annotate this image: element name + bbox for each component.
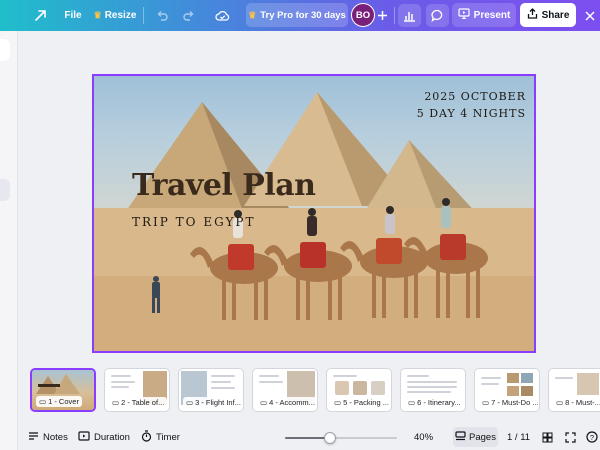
thumbnail-label: ▭ 1 - Cover [36, 396, 82, 407]
thumbnail-label: ▭ 3 - Flight Inf... [183, 397, 243, 408]
try-pro-label: Try Pro for 30 days [260, 9, 346, 21]
comment-icon: ▭ [408, 398, 416, 407]
side-panel-edge [0, 31, 18, 450]
cloud-save-icon[interactable] [211, 0, 233, 31]
slide-date-text[interactable]: 2025 OCTOBER 5 DAY 4 NIGHTS [417, 88, 526, 122]
page-thumbnail-5[interactable]: ▭ 5 - Packing ... [326, 368, 392, 412]
plus-icon[interactable] [374, 0, 390, 31]
comment-icon: ▭ [260, 398, 268, 407]
comment-icon: ▭ [556, 398, 564, 407]
page-thumbnail-3[interactable]: ▭ 3 - Flight Inf... [178, 368, 244, 412]
chart-icon[interactable] [398, 4, 421, 27]
file-menu-button[interactable]: File [62, 0, 84, 31]
slide-date-line: 5 DAY 4 NIGHTS [416, 107, 526, 120]
close-icon[interactable] [582, 0, 598, 31]
comment-icon: ▭ [39, 397, 47, 406]
grid-view-icon[interactable] [542, 429, 553, 445]
page-count: 1 / 11 [507, 431, 531, 443]
thumbnail-label: ▭ 2 - Table of... [109, 397, 168, 408]
thumbnail-label: ▭ 6 - Itinerary... [405, 397, 464, 408]
page-thumbnails: ▭ 1 - Cover ▭ 2 - Table of... ▭ 3 - Flight … [24, 368, 600, 414]
present-button[interactable]: Present [452, 3, 516, 27]
slide-subtitle[interactable]: TRIP TO EGYPT [132, 215, 255, 229]
page-thumbnail-8[interactable]: ▭ 8 - Must-... [548, 368, 600, 412]
zoom-slider[interactable] [285, 432, 397, 444]
toolbar-divider [143, 7, 144, 24]
slide-title[interactable]: Travel Plan [132, 168, 316, 203]
comment-icon[interactable] [426, 4, 449, 27]
thumbnail-label: ▭ 7 - Must-Do ... [479, 397, 539, 408]
zoom-slider-handle[interactable] [324, 432, 336, 444]
share-icon [527, 8, 538, 22]
resize-button[interactable]: ♛ Resize [93, 0, 137, 31]
share-button[interactable]: Share [520, 3, 576, 27]
notes-label: Notes [43, 431, 68, 443]
svg-text:?: ? [590, 433, 594, 442]
crown-icon: ♛ [248, 9, 257, 20]
undo-icon[interactable] [153, 0, 171, 31]
thumbnail-label: ▭ 4 - Accomm... [257, 397, 317, 408]
toolbar-divider [394, 7, 395, 24]
top-toolbar: File ♛ Resize ♛ Try Pro for 30 days BO P… [0, 0, 600, 31]
page-thumbnail-1[interactable]: ▭ 1 - Cover [30, 368, 96, 412]
duration-icon [78, 430, 90, 444]
home-icon[interactable] [30, 0, 50, 31]
fullscreen-icon[interactable] [565, 429, 576, 445]
redo-icon[interactable] [180, 0, 198, 31]
crown-icon: ♛ [93, 10, 102, 20]
comment-icon: ▭ [334, 398, 342, 407]
thumbnail-label: ▭ 5 - Packing ... [331, 397, 391, 408]
side-panel-tab[interactable] [0, 179, 10, 201]
thumbnail-label: ▭ 8 - Must-... [553, 397, 600, 408]
resize-label: Resize [104, 10, 137, 21]
help-icon[interactable]: ? [586, 429, 598, 445]
slide-date-line: 2025 OCTOBER [424, 90, 526, 103]
pages-label: Pages [469, 431, 496, 443]
timer-button[interactable]: Timer [141, 429, 180, 445]
avatar[interactable]: BO [351, 3, 375, 27]
present-icon [458, 8, 470, 22]
notes-button[interactable]: Notes [28, 429, 68, 445]
bottom-toolbar: Notes Duration Timer 40% Pages 1 / 11 ? [0, 424, 600, 450]
timer-label: Timer [156, 431, 180, 443]
share-label: Share [541, 9, 570, 21]
present-label: Present [473, 9, 511, 21]
page-thumbnail-6[interactable]: ▭ 6 - Itinerary... [400, 368, 466, 412]
pages-button[interactable]: Pages [453, 427, 498, 447]
page-thumbnail-2[interactable]: ▭ 2 - Table of... [104, 368, 170, 412]
slide-canvas[interactable]: 2025 OCTOBER 5 DAY 4 NIGHTS Travel Plan … [92, 74, 536, 353]
pages-icon [455, 430, 466, 444]
duration-button[interactable]: Duration [78, 429, 130, 445]
page-thumbnail-7[interactable]: ▭ 7 - Must-Do ... [474, 368, 540, 412]
page-thumbnail-4[interactable]: ▭ 4 - Accomm... [252, 368, 318, 412]
comment-icon: ▭ [186, 398, 194, 407]
try-pro-button[interactable]: ♛ Try Pro for 30 days [246, 3, 348, 27]
comment-icon: ▭ [482, 398, 490, 407]
zoom-value[interactable]: 40% [414, 429, 433, 445]
duration-label: Duration [94, 431, 130, 443]
notes-icon [28, 431, 39, 444]
comment-icon: ▭ [112, 398, 120, 407]
timer-icon [141, 429, 152, 445]
side-panel-tab[interactable] [0, 39, 10, 61]
